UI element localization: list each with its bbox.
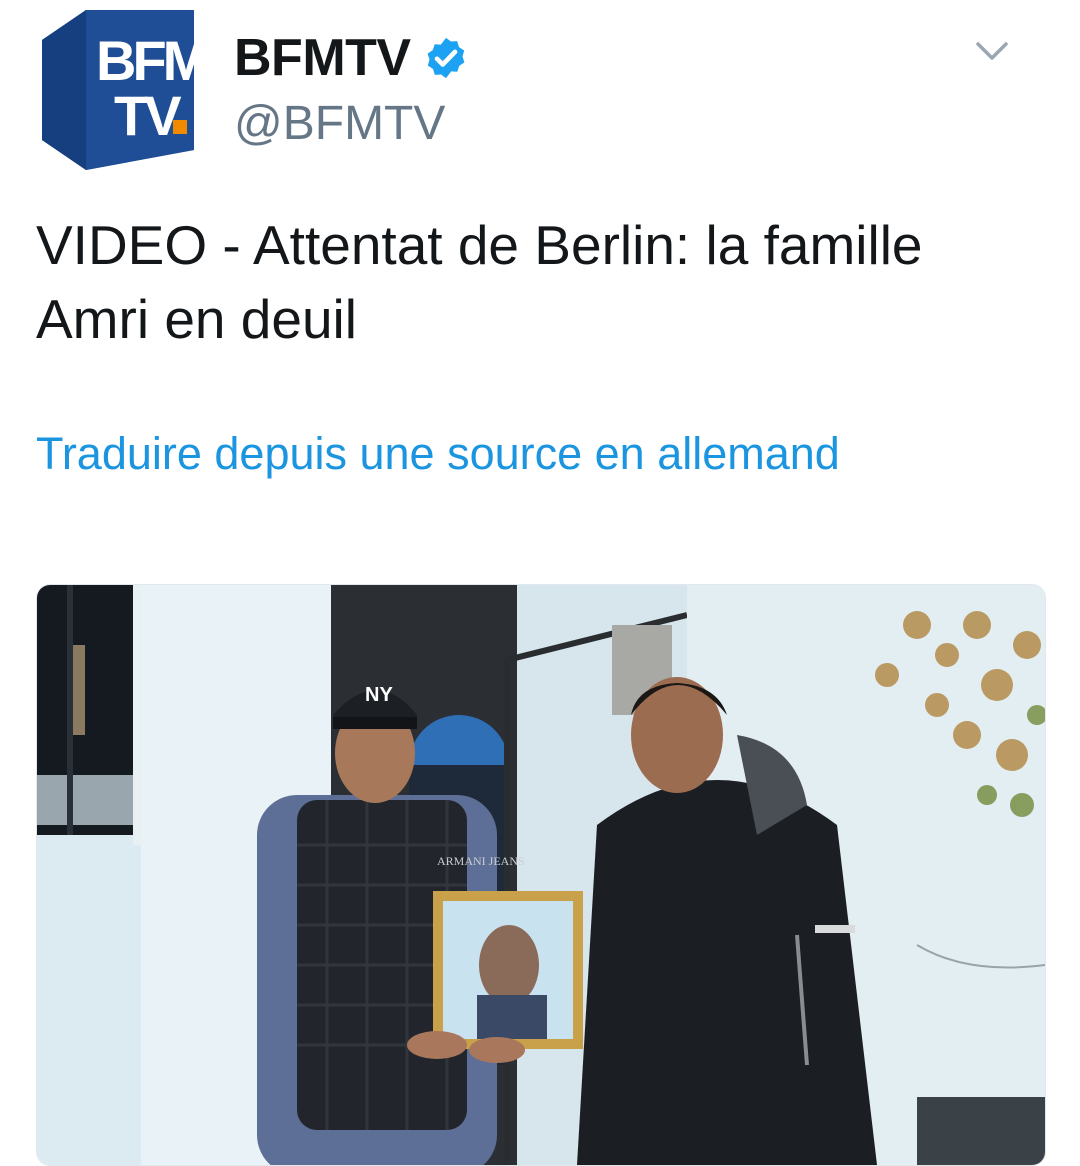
display-name[interactable]: BFMTV	[234, 28, 411, 88]
tweet-header: BFM TV BFMTV @BFMTV	[0, 0, 1080, 180]
tweet-media-video[interactable]: ARMANI JEANS NY	[36, 584, 1046, 1166]
bfmtv-logo-avatar[interactable]: BFM TV	[38, 10, 210, 170]
verified-badge-icon	[427, 37, 464, 79]
video-thumbnail-image: ARMANI JEANS NY	[37, 585, 1045, 1165]
chevron-down-icon[interactable]	[972, 36, 1012, 66]
svg-text:BFM: BFM	[96, 29, 198, 92]
name-row: BFMTV	[234, 28, 469, 88]
translate-link[interactable]: Traduire depuis une source en allemand	[36, 428, 840, 480]
tweet-text: VIDEO - Attentat de Berlin: la famille A…	[36, 214, 923, 350]
svg-text:TV: TV	[114, 84, 181, 147]
svg-text:ARMANI JEANS: ARMANI JEANS	[437, 854, 525, 868]
svg-text:NY: NY	[365, 684, 393, 706]
handle[interactable]: @BFMTV	[234, 96, 445, 151]
